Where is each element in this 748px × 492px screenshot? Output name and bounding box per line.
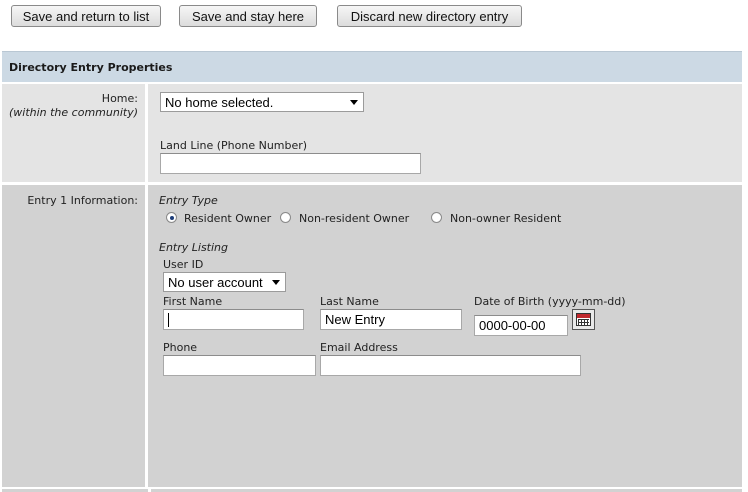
section-title: Directory Entry Properties — [2, 51, 742, 82]
chevron-down-icon — [272, 280, 280, 285]
home-field-cell: No home selected. Land Line (Phone Numbe… — [151, 84, 742, 182]
chevron-down-icon — [350, 100, 358, 105]
home-sublabel: (within the community) — [8, 106, 138, 119]
save-and-stay-button[interactable]: Save and stay here — [179, 5, 317, 27]
calendar-icon-grid — [578, 319, 589, 325]
email-label: Email Address — [320, 341, 398, 354]
radio-non-owner-resident-label: Non-owner Resident — [450, 212, 562, 225]
radio-non-owner-resident[interactable] — [431, 212, 442, 223]
radio-resident-owner[interactable] — [166, 212, 177, 223]
home-label-cell: Home: (within the community) — [2, 84, 148, 182]
email-input[interactable] — [320, 355, 581, 376]
calendar-icon-header — [577, 314, 590, 318]
dob-input[interactable]: 0000-00-00 — [474, 315, 568, 336]
radio-non-resident-owner-label: Non-resident Owner — [299, 212, 410, 225]
phone-input[interactable] — [163, 355, 316, 376]
user-id-select-value: No user account — [168, 274, 263, 290]
save-and-return-button[interactable]: Save and return to list — [11, 5, 161, 27]
dob-label: Date of Birth (yyyy-mm-dd) — [474, 295, 626, 308]
discard-entry-button[interactable]: Discard new directory entry — [337, 5, 522, 27]
last-name-input[interactable]: New Entry — [320, 309, 462, 330]
radio-non-resident-owner[interactable] — [280, 212, 291, 223]
entry-field-cell: Entry Type Resident Owner Non-resident O… — [151, 185, 742, 487]
landline-input[interactable] — [160, 153, 421, 174]
home-row: Home: (within the community) No home sel… — [2, 84, 742, 182]
text-caret — [168, 312, 169, 327]
home-select-value: No home selected. — [165, 94, 274, 110]
entry-label: Entry 1 Information: — [27, 194, 138, 207]
user-id-label: User ID — [163, 258, 204, 271]
entry-label-cell: Entry 1 Information: — [2, 185, 148, 487]
radio-resident-owner-label: Resident Owner — [184, 212, 272, 225]
calendar-icon-face — [576, 313, 591, 326]
calendar-icon[interactable] — [572, 309, 595, 330]
phone-label: Phone — [163, 341, 198, 354]
entry-row: Entry 1 Information: Entry Type Resident… — [2, 185, 742, 487]
first-name-input[interactable] — [163, 309, 304, 330]
home-select[interactable]: No home selected. — [160, 92, 364, 112]
home-label: Home: — [101, 92, 138, 105]
landline-label: Land Line (Phone Number) — [160, 139, 308, 152]
toolbar: Save and return to list Save and stay he… — [0, 0, 748, 40]
entry-type-label: Entry Type — [159, 194, 218, 207]
last-name-label: Last Name — [320, 295, 379, 308]
user-id-select[interactable]: No user account — [163, 272, 286, 292]
entry-listing-label: Entry Listing — [159, 241, 229, 254]
first-name-label: First Name — [163, 295, 223, 308]
